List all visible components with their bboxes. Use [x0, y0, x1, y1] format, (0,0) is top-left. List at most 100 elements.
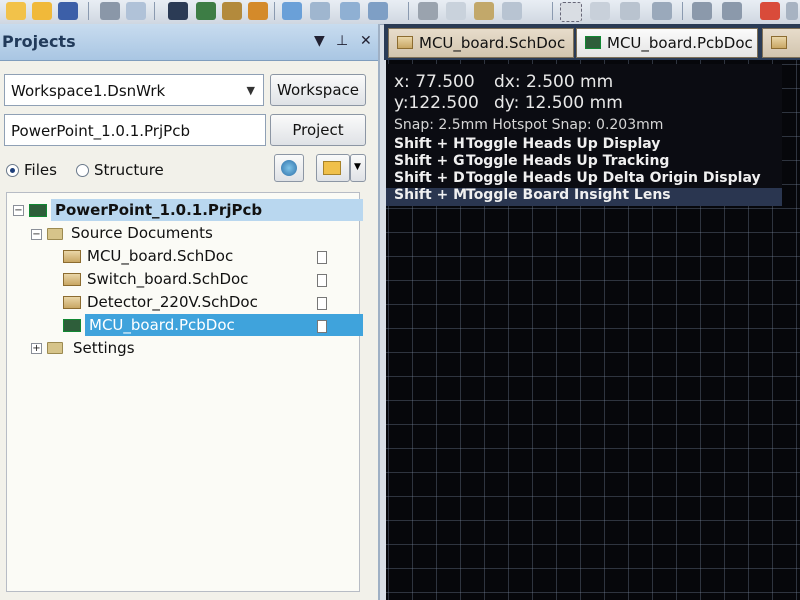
document-page-icon — [317, 251, 327, 264]
shortcut-key: Shift + D — [394, 170, 465, 186]
pcbdoc-icon — [63, 319, 81, 332]
files-radio[interactable] — [6, 164, 19, 177]
hud-shortcut: Shift + GToggle Heads Up Tracking — [394, 153, 669, 169]
tree-item-document[interactable]: Switch_board.SchDoc — [87, 268, 248, 290]
toolbar-separator — [552, 2, 553, 20]
pcb-layer-icon[interactable] — [196, 2, 216, 20]
panel-header: Projects ▼ ⊥ ✕ — [0, 24, 378, 61]
tab-mcu-schdoc[interactable]: MCU_board.SchDoc — [388, 28, 574, 58]
hud-y-coordinate: y:122.500 — [394, 93, 479, 113]
copy-icon[interactable] — [446, 2, 466, 20]
zoom-area-icon[interactable] — [310, 2, 330, 20]
toolbar-separator — [274, 2, 275, 20]
library-icon[interactable] — [248, 2, 268, 20]
workspace-button[interactable]: Workspace — [270, 74, 366, 106]
tab-mcu-pcbdoc[interactable]: MCU_board.PcbDoc — [576, 28, 758, 58]
chevron-down-icon: ▼ — [246, 84, 255, 97]
hud-snap: Snap: 2.5mm Hotspot Snap: 0.203mm — [394, 117, 664, 133]
main-toolbar — [0, 0, 800, 25]
zoom-out-icon[interactable] — [368, 2, 388, 20]
shortcut-action: Toggle Board Insight Lens — [466, 187, 671, 203]
save-icon[interactable] — [58, 2, 78, 20]
tree-item-document[interactable]: MCU_board.SchDoc — [87, 245, 233, 267]
tree-item-settings[interactable]: Settings — [73, 337, 135, 359]
tab-overflow[interactable] — [762, 28, 800, 58]
zoom-in-icon[interactable] — [340, 2, 360, 20]
document-page-icon — [317, 320, 327, 333]
schdoc-icon — [771, 36, 787, 49]
projects-panel: Projects ▼ ⊥ ✕ Workspace1.DsnWrk ▼ Works… — [0, 24, 380, 600]
schdoc-icon — [63, 296, 81, 309]
pin-icon[interactable]: ⊥ — [336, 33, 348, 49]
project-field-value: PowerPoint_1.0.1.PrjPcb — [11, 122, 190, 140]
folder-icon — [47, 228, 63, 240]
toolbar-separator — [408, 2, 409, 20]
expand-folder-icon[interactable]: + — [31, 343, 42, 354]
document-page-icon — [317, 297, 327, 310]
toolbar-separator — [88, 2, 89, 20]
tab-label: MCU_board.SchDoc — [419, 34, 566, 52]
document-tabs: MCU_board.SchDoc MCU_board.PcbDoc — [384, 24, 800, 60]
toolbar-separator — [682, 2, 683, 20]
panel-title: Projects — [2, 32, 76, 51]
redo-icon[interactable] — [722, 2, 742, 20]
board-3d-icon[interactable] — [168, 2, 188, 20]
schdoc-icon — [63, 273, 81, 286]
pcbdoc-icon — [585, 36, 601, 49]
tree-item-document[interactable]: Detector_220V.SchDoc — [87, 291, 258, 313]
workspace-combo[interactable]: Workspace1.DsnWrk ▼ — [4, 74, 264, 106]
open-folder-icon[interactable] — [32, 2, 52, 20]
hud-shortcut: Shift + HToggle Heads Up Display — [394, 136, 660, 152]
clear-filter-icon[interactable] — [652, 2, 672, 20]
schdoc-icon — [63, 250, 81, 263]
project-options-dropdown[interactable]: ▼ — [350, 154, 366, 182]
tree-item-source-documents[interactable]: Source Documents — [71, 222, 213, 244]
project-options-icon[interactable] — [316, 154, 350, 182]
collapse-project-icon[interactable]: − — [13, 205, 24, 216]
structure-radio[interactable] — [76, 164, 89, 177]
tree-item-project[interactable]: PowerPoint_1.0.1.PrjPcb — [51, 199, 363, 221]
panel-menu-icon[interactable]: ▼ — [314, 33, 325, 49]
schematic-icon[interactable] — [222, 2, 242, 20]
structure-radio-label: Structure — [94, 161, 164, 179]
pcb-canvas[interactable]: x: 77.500 dx: 2.500 mm y:122.500 dy: 12.… — [386, 60, 800, 600]
heads-up-display: x: 77.500 dx: 2.500 mm y:122.500 dy: 12.… — [386, 64, 782, 206]
workspace-combo-value: Workspace1.DsnWrk — [11, 82, 166, 100]
folder-icon — [323, 161, 341, 175]
shortcut-action: Toggle Heads Up Tracking — [466, 153, 670, 169]
project-tree: − PowerPoint_1.0.1.PrjPcb − Source Docum… — [6, 192, 363, 592]
new-file-icon[interactable] — [6, 2, 26, 20]
toolbar-separator — [154, 2, 155, 20]
cut-icon[interactable] — [418, 2, 438, 20]
schdoc-icon — [397, 36, 413, 49]
rubber-stamp-icon[interactable] — [502, 2, 522, 20]
chevron-down-icon: ▼ — [354, 162, 361, 172]
shortcut-key: Shift + G — [394, 153, 465, 169]
shortcut-action: Toggle Heads Up Display — [466, 136, 661, 152]
hud-x-coordinate: x: 77.500 — [394, 72, 475, 92]
print-preview-icon[interactable] — [126, 2, 146, 20]
folder-icon — [47, 342, 63, 354]
deselect-icon[interactable] — [620, 2, 640, 20]
files-radio-label: Files — [24, 161, 57, 179]
hud-dy: dy: 12.500 mm — [494, 93, 623, 113]
zoom-fit-icon[interactable] — [282, 2, 302, 20]
select-area-icon[interactable] — [560, 2, 582, 22]
undo-icon[interactable] — [692, 2, 712, 20]
hud-shortcut: Shift + DToggle Heads Up Delta Origin Di… — [394, 170, 761, 186]
collapse-folder-icon[interactable]: − — [31, 229, 42, 240]
hud-dx: dx: 2.500 mm — [494, 72, 614, 92]
close-icon[interactable]: ✕ — [360, 33, 372, 49]
hud-shortcut: Shift + MToggle Board Insight Lens — [394, 187, 671, 203]
project-button[interactable]: Project — [270, 114, 366, 146]
tab-label: MCU_board.PcbDoc — [607, 34, 753, 52]
paste-icon[interactable] — [474, 2, 494, 20]
toolbar-overflow-icon[interactable] — [786, 2, 798, 20]
move-icon[interactable] — [590, 2, 610, 20]
project-field[interactable]: PowerPoint_1.0.1.PrjPcb — [4, 114, 266, 146]
print-icon[interactable] — [100, 2, 120, 20]
interactive-route-icon[interactable] — [760, 2, 780, 20]
shortcut-action: Toggle Heads Up Delta Origin Display — [466, 170, 761, 186]
compile-project-icon[interactable] — [274, 154, 304, 182]
document-page-icon — [317, 274, 327, 287]
